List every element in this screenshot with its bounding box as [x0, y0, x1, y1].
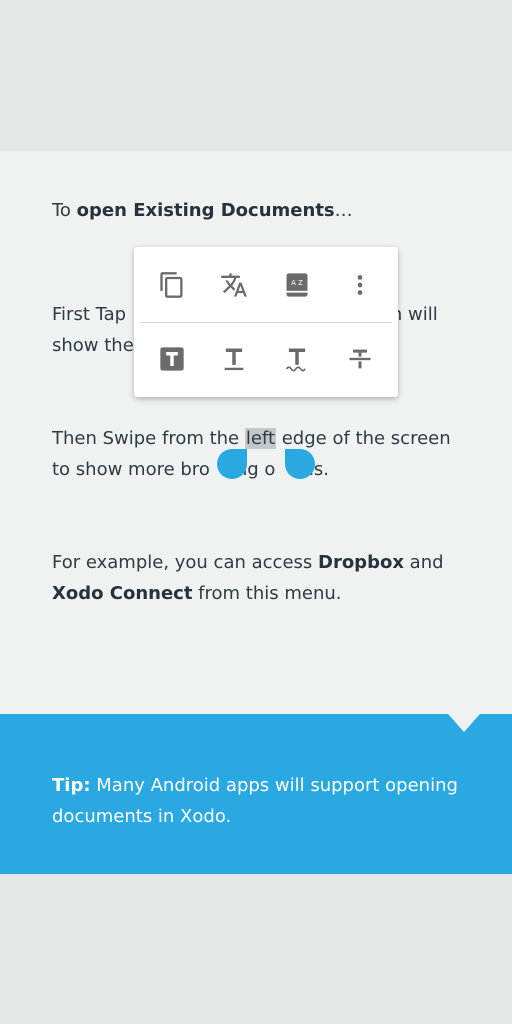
text-run: from this menu. — [192, 583, 342, 604]
svg-text:A Z: A Z — [291, 279, 303, 287]
more-vert-icon — [357, 275, 363, 295]
underline-icon — [224, 348, 244, 371]
selection-handle-end[interactable] — [285, 449, 315, 479]
text-run: edge of the screen — [276, 428, 451, 449]
bottom-margin — [0, 874, 512, 1024]
squiggly-button[interactable] — [277, 339, 317, 379]
text-run: to show more bro — [52, 459, 210, 480]
text-selection-popup: A Z — [134, 247, 398, 397]
dictionary-icon: A Z — [286, 273, 308, 297]
underline-button[interactable] — [214, 339, 254, 379]
translate-icon — [221, 273, 247, 297]
more-options-button[interactable] — [340, 265, 380, 305]
text-run: First Tap — [52, 304, 127, 325]
bold-text: open Existing Documents — [76, 200, 335, 221]
bold-text: Xodo Connect — [52, 583, 193, 604]
copy-button[interactable] — [152, 265, 192, 305]
squiggly-icon — [285, 348, 306, 372]
text-run: To — [52, 200, 77, 221]
top-margin — [0, 0, 512, 151]
bold-text: Dropbox — [318, 552, 404, 573]
tip-label: Tip: — [52, 775, 91, 796]
highlight-icon — [160, 347, 184, 371]
copy-icon — [160, 272, 183, 298]
text-run: and — [403, 552, 444, 573]
strikeout-icon — [349, 349, 371, 369]
paragraph-swipe[interactable]: Then Swipe from the left edge of the scr… — [52, 423, 472, 485]
text-run: For example, you can access — [52, 552, 318, 573]
highlight-button[interactable] — [152, 339, 192, 379]
tip-body: Many Android apps will support opening d… — [52, 775, 458, 827]
selected-text[interactable]: left — [244, 428, 277, 449]
selection-handle-start[interactable] — [217, 449, 247, 479]
text-run: Then Swipe from the — [52, 428, 245, 449]
translate-button[interactable] — [214, 265, 254, 305]
popup-divider — [140, 322, 392, 323]
text-run: show the — [52, 335, 134, 356]
paragraph-open-documents: To open Existing Documents… — [52, 195, 472, 226]
paragraph-example: For example, you can access Dropbox and X… — [52, 547, 472, 609]
dictionary-button[interactable]: A Z — [277, 265, 317, 305]
tip-text: Tip: Many Android apps will support open… — [52, 770, 472, 832]
text-run: … — [334, 200, 353, 221]
strikeout-button[interactable] — [340, 339, 380, 379]
tip-notch — [448, 714, 480, 732]
